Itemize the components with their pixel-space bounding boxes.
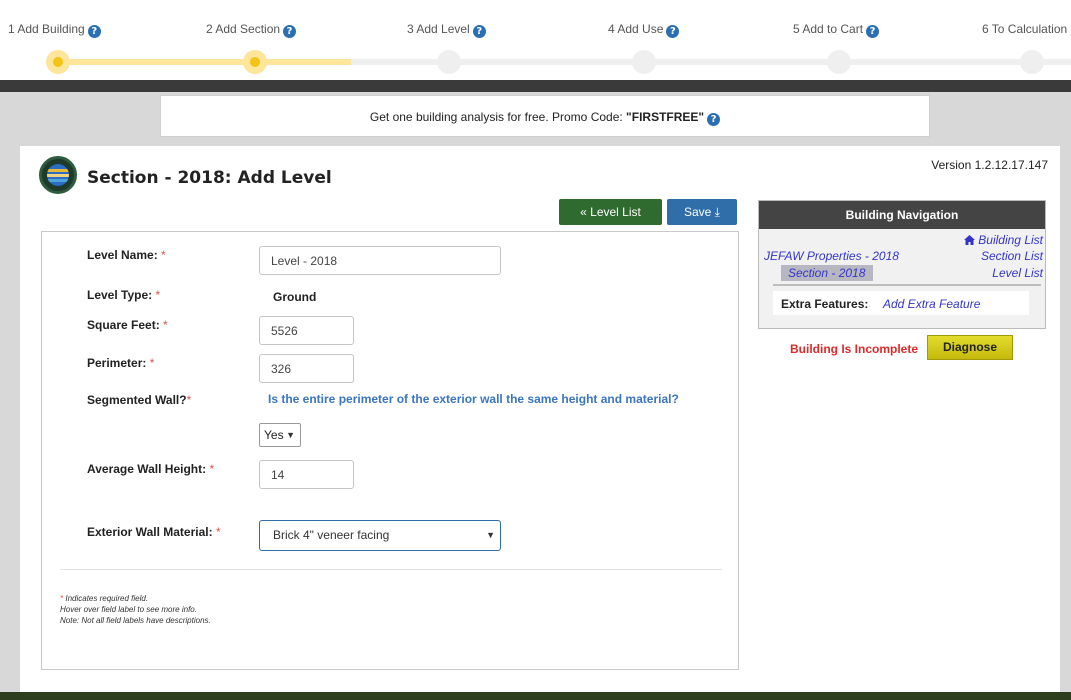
wizard-step-add-level[interactable]: 3 Add Level? [407, 22, 486, 38]
main-card: Version 1.2.12.17.147 Section - 2018: Ad… [20, 146, 1060, 692]
segmented-wall-question: Is the entire perimeter of the exterior … [268, 392, 679, 406]
wizard-step-to-calculation[interactable]: 6 To Calculation [982, 22, 1067, 36]
save-button[interactable]: Save ⤓ [667, 199, 737, 225]
required-note: * Indicates required field. [60, 594, 149, 603]
help-icon[interactable]: ? [87, 25, 101, 38]
home-icon [963, 234, 975, 245]
wizard-step-add-building[interactable]: 1 Add Building? [8, 22, 101, 38]
avg-wall-height-input[interactable] [259, 460, 354, 489]
progress-node-2 [243, 50, 267, 74]
progress-node-4 [632, 50, 656, 74]
wizard-step-add-use[interactable]: 4 Add Use? [608, 22, 680, 38]
caret-down-icon: ▼ [286, 430, 295, 440]
building-list-link[interactable]: Building List [963, 233, 1043, 247]
header-divider-band [0, 80, 1071, 92]
building-status: Building Is Incomplete [790, 342, 919, 356]
footer-band [0, 692, 1071, 700]
diagnose-button[interactable]: Diagnose [927, 335, 1013, 360]
exterior-wall-material-label[interactable]: Exterior Wall Material: * [87, 525, 221, 539]
progress-node-6 [1020, 50, 1044, 74]
extra-features-label: Extra Features: [781, 297, 869, 311]
wizard-step-add-section[interactable]: 2 Add Section? [206, 22, 297, 38]
progress-track-completed [56, 59, 351, 65]
add-extra-feature-link[interactable]: Add Extra Feature [883, 297, 980, 311]
app-logo-icon [39, 156, 77, 194]
exterior-wall-material-select[interactable]: Brick 4" veneer facing ▼ [259, 520, 501, 551]
wizard-step-add-to-cart[interactable]: 5 Add to Cart? [793, 22, 880, 38]
nav-divider [773, 284, 1041, 286]
help-icon[interactable]: ? [666, 25, 680, 38]
wizard-progress: 1 Add Building? 2 Add Section? 3 Add Lev… [0, 0, 1071, 80]
avg-wall-height-label[interactable]: Average Wall Height: * [87, 462, 214, 476]
level-type-value: Ground [273, 290, 317, 304]
form-divider [60, 569, 722, 570]
building-navigation-title: Building Navigation [759, 201, 1045, 229]
perimeter-label[interactable]: Perimeter: * [87, 356, 154, 370]
hover-note: Hover over field label to see more info. [60, 605, 197, 614]
description-note: Note: Not all field labels have descript… [60, 616, 211, 625]
progress-node-5 [827, 50, 851, 74]
building-navigation-panel: Building Navigation Building List JEFAW … [758, 200, 1046, 329]
segmented-wall-select[interactable]: Yes ▼ [259, 423, 301, 447]
perimeter-input[interactable] [259, 354, 354, 383]
progress-node-1 [46, 50, 70, 74]
section-link[interactable]: Section - 2018 [788, 266, 865, 280]
properties-link[interactable]: JEFAW Properties - 2018 [764, 249, 899, 263]
help-icon[interactable]: ? [283, 25, 297, 38]
level-list-button[interactable]: « Level List [559, 199, 662, 225]
square-feet-label[interactable]: Square Feet: * [87, 318, 168, 332]
help-icon[interactable]: ? [866, 25, 880, 38]
version-label: Version 1.2.12.17.147 [931, 158, 1048, 172]
help-icon[interactable]: ? [472, 25, 486, 38]
section-list-link[interactable]: Section List [981, 249, 1043, 263]
help-icon[interactable]: ? [707, 113, 721, 126]
extra-features-row: Extra Features: Add Extra Feature [773, 291, 1029, 315]
level-name-input[interactable] [259, 246, 501, 275]
promo-banner: Get one building analysis for free. Prom… [160, 95, 930, 137]
promo-code: "FIRSTFREE" [626, 110, 705, 124]
level-name-label[interactable]: Level Name: * [87, 248, 166, 262]
square-feet-input[interactable] [259, 316, 354, 345]
level-form: Level Name: * Level Type: * Ground Squar… [41, 231, 739, 670]
level-type-label[interactable]: Level Type: * [87, 288, 160, 302]
caret-down-icon: ▼ [486, 530, 495, 540]
progress-node-3 [437, 50, 461, 74]
page-title: Section - 2018: Add Level [87, 168, 332, 188]
segmented-wall-label[interactable]: Segmented Wall?* [87, 393, 191, 407]
level-list-link[interactable]: Level List [992, 266, 1043, 280]
